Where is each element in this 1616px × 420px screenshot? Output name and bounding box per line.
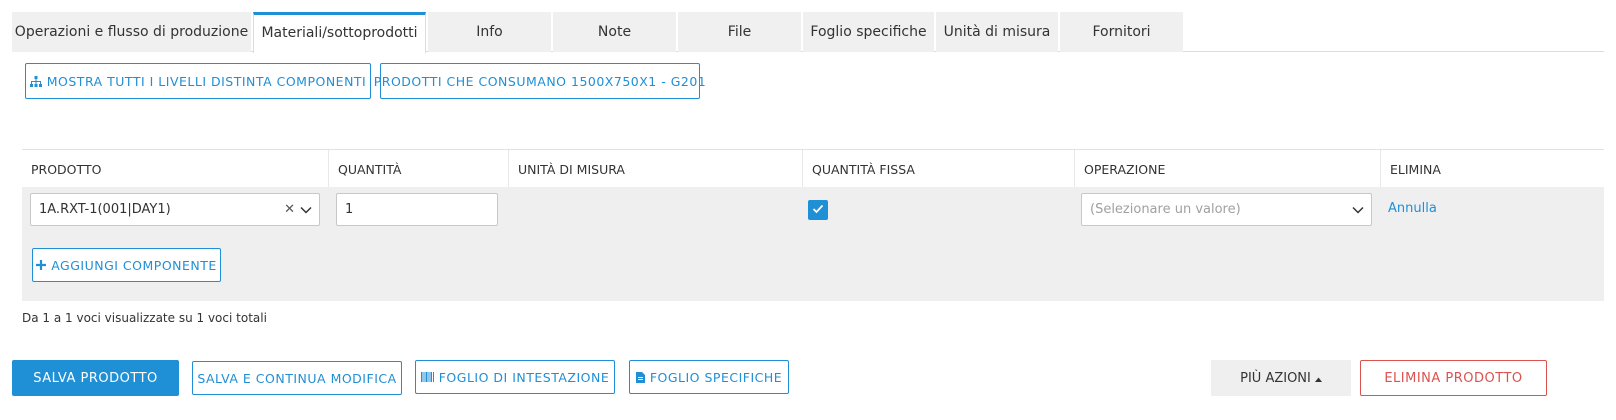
spec-sheet-label: FOGLIO SPECIFICHE: [649, 369, 783, 385]
chevron-down-icon[interactable]: [299, 203, 313, 221]
save-continue-label: SALVA E CONTINUA MODIFICA: [197, 370, 397, 386]
operation-placeholder: (Selezionare un valore): [1090, 202, 1241, 217]
plus-icon: [36, 260, 47, 270]
caret-up-icon: [1314, 371, 1322, 386]
tab-notes[interactable]: Note: [553, 12, 676, 52]
barcode-icon: [420, 372, 434, 382]
column-header-fixed-quantity: QUANTITÀ FISSA: [802, 150, 1074, 188]
spec-sheet-button[interactable]: FOGLIO SPECIFICHE: [629, 360, 789, 394]
tab-operations[interactable]: Operazioni e flusso di produzione: [12, 12, 251, 52]
column-header-quantity: QUANTITÀ: [328, 150, 508, 188]
column-header-product: PRODOTTO: [31, 161, 102, 177]
tab-suppliers[interactable]: Fornitori: [1060, 12, 1183, 52]
consuming-products-label: PRODOTTI CHE CONSUMANO 1500X750X1 - G201: [373, 73, 707, 89]
header-sheet-button[interactable]: FOGLIO DI INTESTAZIONE: [415, 360, 615, 394]
table-info-text: Da 1 a 1 voci visualizzate su 1 voci tot…: [22, 311, 267, 325]
quantity-input[interactable]: 1: [336, 193, 498, 226]
quantity-value: 1: [345, 202, 354, 217]
column-header-delete: ELIMINA: [1380, 150, 1604, 188]
column-header-unit: UNITÀ DI MISURA: [508, 150, 802, 188]
document-icon: [635, 371, 645, 383]
save-product-button[interactable]: SALVA PRODOTTO: [12, 360, 179, 396]
show-all-levels-button[interactable]: MOSTRA TUTTI I LIVELLI DISTINTA COMPONEN…: [25, 63, 371, 99]
tab-units[interactable]: Unità di misura: [936, 12, 1058, 52]
table-body: 1A.RXT-1(001|DAY1) ✕ 1 (Selezionare un v…: [22, 187, 1604, 301]
more-actions-label: PIÙ AZIONI: [1240, 370, 1311, 386]
tab-bar: Operazioni e flusso di produzione Materi…: [12, 12, 1604, 53]
product-select[interactable]: 1A.RXT-1(001|DAY1) ✕: [30, 193, 320, 226]
tab-spec-sheet[interactable]: Foglio specifiche: [803, 12, 934, 52]
operation-select[interactable]: (Selezionare un valore): [1081, 193, 1372, 226]
sitemap-icon: [29, 75, 42, 87]
add-component-label: AGGIUNGI COMPONENTE: [51, 257, 217, 273]
check-icon: [811, 201, 825, 220]
clear-x-icon[interactable]: ✕: [284, 202, 295, 217]
more-actions-button[interactable]: PIÙ AZIONI: [1211, 360, 1351, 396]
tab-materials[interactable]: Materiali/sottoprodotti: [253, 12, 426, 53]
header-sheet-label: FOGLIO DI INTESTAZIONE: [438, 369, 610, 385]
delete-product-label: ELIMINA PRODOTTO: [1384, 370, 1523, 386]
column-header-operation: OPERAZIONE: [1074, 150, 1380, 188]
table-header: PRODOTTO QUANTITÀ UNITÀ DI MISURA QUANTI…: [22, 149, 1604, 188]
consuming-products-button[interactable]: PRODOTTI CHE CONSUMANO 1500X750X1 - G201: [374, 63, 706, 99]
cancel-row-link[interactable]: Annulla: [1388, 201, 1437, 216]
product-value: 1A.RXT-1(001|DAY1): [39, 202, 171, 217]
fixed-quantity-checkbox[interactable]: [808, 200, 828, 220]
delete-product-button[interactable]: ELIMINA PRODOTTO: [1360, 360, 1547, 396]
save-product-label: SALVA PRODOTTO: [33, 370, 158, 386]
save-continue-button[interactable]: SALVA E CONTINUA MODIFICA: [192, 361, 402, 395]
show-all-levels-label: MOSTRA TUTTI I LIVELLI DISTINTA COMPONEN…: [46, 73, 367, 89]
tab-info[interactable]: Info: [428, 12, 551, 52]
chevron-down-icon[interactable]: [1351, 203, 1365, 221]
tab-files[interactable]: File: [678, 12, 801, 52]
add-component-button[interactable]: AGGIUNGI COMPONENTE: [32, 248, 221, 282]
